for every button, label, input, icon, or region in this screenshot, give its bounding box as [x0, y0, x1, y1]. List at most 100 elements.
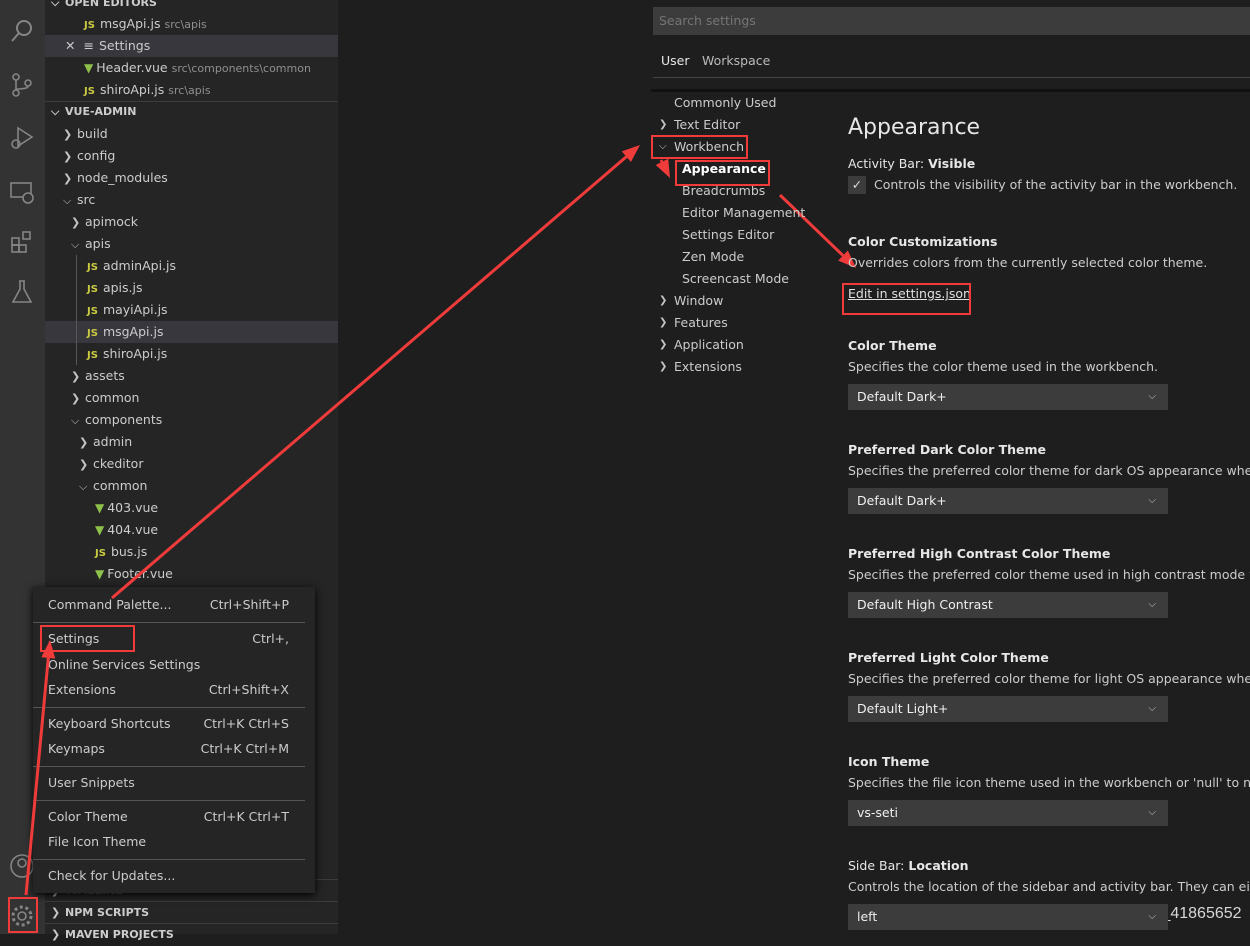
section-title: Appearance: [848, 115, 981, 140]
tree-item[interactable]: JS shiroApi.js: [45, 343, 338, 365]
tree-item[interactable]: ❯ ckeditor: [45, 453, 338, 475]
menu-item[interactable]: User Snippets: [48, 771, 289, 795]
menu-item[interactable]: Extensions Ctrl+Shift+X: [48, 678, 289, 702]
vue-file-icon: ▼: [84, 61, 94, 75]
divider: [653, 77, 1250, 78]
open-editor-item[interactable]: JS msgApi.js src\apis: [45, 13, 338, 35]
setting-description: Specifies the preferred color theme for …: [848, 671, 1250, 686]
tree-item[interactable]: ⌵ common: [45, 475, 338, 497]
checkbox[interactable]: ✓: [848, 176, 866, 194]
tree-item[interactable]: ❯ build: [45, 123, 338, 145]
section-header[interactable]: ❯ NPM SCRIPTS: [45, 901, 338, 923]
menu-item[interactable]: Check for Updates...: [48, 864, 289, 888]
tree-item[interactable]: ⌵ apis: [45, 233, 338, 255]
setting-dropdown[interactable]: Default Light+ ⌵: [848, 696, 1168, 722]
toc-item[interactable]: Text Editor: [674, 114, 740, 136]
annotation-box: [842, 283, 971, 315]
account-icon[interactable]: [8, 852, 36, 880]
setting-description: Overrides colors from the currently sele…: [848, 255, 1208, 270]
open-editor-item[interactable]: JS shiroApi.js src\apis: [45, 79, 338, 101]
setting-dropdown[interactable]: Default Dark+ ⌵: [848, 384, 1168, 410]
toc-item[interactable]: Screencast Mode: [682, 268, 789, 290]
tree-item[interactable]: JS msgApi.js: [45, 321, 338, 343]
chevron-right-icon: ❯: [63, 172, 73, 185]
setting-title: Preferred Light Color Theme: [848, 650, 1049, 665]
close-icon[interactable]: ✕: [65, 38, 75, 53]
vue-file-icon: ▼: [95, 523, 105, 537]
vue-file-icon: ▼: [95, 567, 105, 581]
tree-item[interactable]: ⌵ src: [45, 189, 338, 211]
js-file-icon: JS: [84, 86, 95, 97]
js-file-icon: JS: [87, 262, 98, 273]
chevron-down-icon: ⌵: [79, 480, 88, 493]
menu-item[interactable]: Online Services Settings: [48, 653, 289, 677]
chevron-down-icon: ⌵: [1148, 911, 1156, 922]
open-editor-item[interactable]: ▼ Header.vue src\components\common: [45, 57, 338, 79]
toc-item[interactable]: Settings Editor: [682, 224, 774, 246]
tree-item[interactable]: ❯ common: [45, 387, 338, 409]
setting-dropdown[interactable]: left ⌵: [848, 904, 1168, 930]
chevron-down-icon: ⌵: [1148, 495, 1156, 506]
tree-item[interactable]: JS adminApi.js: [45, 255, 338, 277]
toc-item[interactable]: Editor Management: [682, 202, 805, 224]
chevron-down-icon: ⌵: [1148, 703, 1156, 714]
setting-description: Controls the location of the sidebar and…: [848, 879, 1250, 894]
toc-item[interactable]: Window: [674, 290, 723, 312]
annotation-box: [8, 897, 38, 933]
tree-item[interactable]: ▼ 404.vue: [45, 519, 338, 541]
open-editor-item[interactable]: ✕ ≡ Settings: [45, 35, 338, 57]
toc-item[interactable]: Extensions: [674, 356, 742, 378]
js-file-icon: JS: [87, 328, 98, 339]
section-header[interactable]: ❯ MAVEN PROJECTS: [45, 923, 338, 945]
tree-item[interactable]: JS bus.js: [45, 541, 338, 563]
menu-item[interactable]: Keyboard Shortcuts Ctrl+K Ctrl+S: [48, 712, 289, 736]
tree-item[interactable]: ▼ Footer.vue: [45, 563, 338, 585]
tree-item[interactable]: ❯ apimock: [45, 211, 338, 233]
menu-item[interactable]: Color Theme Ctrl+K Ctrl+T: [48, 805, 289, 829]
setting-dropdown[interactable]: Default High Contrast ⌵: [848, 592, 1168, 618]
setting-description: Specifies the color theme used in the wo…: [848, 359, 1159, 374]
tree-item[interactable]: ❯ admin: [45, 431, 338, 453]
menu-item[interactable]: Keymaps Ctrl+K Ctrl+M: [48, 737, 289, 761]
run-debug-icon[interactable]: [8, 124, 36, 152]
tree-item[interactable]: JS mayiApi.js: [45, 299, 338, 321]
menu-item[interactable]: Command Palette... Ctrl+Shift+P: [48, 593, 289, 617]
chevron-right-icon: ❯: [79, 458, 89, 471]
chevron-right-icon: ❯: [659, 295, 668, 306]
tree-item[interactable]: ❯ node_modules: [45, 167, 338, 189]
chevron-right-icon: ❯: [71, 216, 81, 229]
tree-item[interactable]: ❯ config: [45, 145, 338, 167]
open-editors-header[interactable]: ⌵ OPEN EDITORS: [45, 0, 338, 14]
extensions-icon[interactable]: [8, 228, 36, 256]
tab-user[interactable]: User: [660, 52, 691, 78]
menu-separator: [33, 765, 305, 767]
tree-item[interactable]: ❯ assets: [45, 365, 338, 387]
source-control-icon[interactable]: [8, 71, 36, 99]
toc-item[interactable]: Features: [674, 312, 728, 334]
setting-title: Activity Bar: Visible: [848, 156, 976, 171]
search-settings-input[interactable]: [653, 7, 1250, 35]
setting-dropdown[interactable]: Default Dark+ ⌵: [848, 488, 1168, 514]
toc-item[interactable]: Application: [674, 334, 744, 356]
project-header[interactable]: ⌵ VUE-ADMIN: [45, 101, 338, 123]
setting-title: Color Customizations: [848, 234, 998, 249]
chevron-right-icon: ❯: [659, 119, 668, 130]
menu-item[interactable]: File Icon Theme: [48, 830, 289, 854]
search-icon[interactable]: [8, 17, 36, 45]
js-file-icon: JS: [95, 548, 106, 559]
js-file-icon: JS: [87, 306, 98, 317]
chevron-right-icon: ❯: [659, 339, 668, 350]
tree-item[interactable]: JS apis.js: [45, 277, 338, 299]
setting-dropdown[interactable]: vs-seti ⌵: [848, 800, 1168, 826]
tree-item[interactable]: ⌵ components: [45, 409, 338, 431]
setting-title: Preferred High Contrast Color Theme: [848, 546, 1111, 561]
setting-description: Controls the visibility of the activity …: [874, 177, 1238, 192]
testing-icon[interactable]: [8, 278, 36, 306]
toc-item[interactable]: Commonly Used: [674, 92, 776, 114]
toc-item[interactable]: Zen Mode: [682, 246, 744, 268]
indent-guide: [76, 255, 77, 365]
remote-explorer-icon[interactable]: [8, 178, 36, 206]
tab-workspace[interactable]: Workspace: [702, 52, 770, 78]
js-file-icon: JS: [87, 284, 98, 295]
tree-item[interactable]: ▼ 403.vue: [45, 497, 338, 519]
